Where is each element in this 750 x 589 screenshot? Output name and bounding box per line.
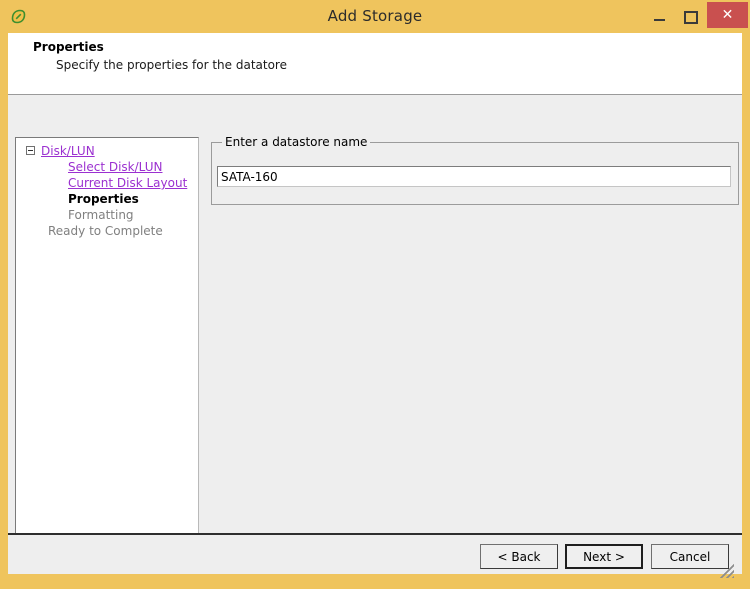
tree-item-formatting: Formatting [16,207,199,223]
close-icon: ✕ [707,2,748,28]
tree-item-label: Ready to Complete [48,223,163,239]
page-subtitle: Specify the properties for the datatore [56,58,287,72]
tree-item-label[interactable]: Select Disk/LUN [68,159,163,175]
add-storage-window: Add Storage ✕ Properties Specify the pro… [0,0,750,589]
tree-item-ready-to-complete: Ready to Complete [16,223,199,239]
tree-item-label: Formatting [68,207,134,223]
wizard-body: Disk/LUN Select Disk/LUN Current Disk La… [8,95,742,533]
tree-item-label[interactable]: Current Disk Layout [68,175,187,191]
collapse-icon[interactable] [26,146,35,155]
datastore-name-input[interactable] [217,166,731,187]
minimize-icon [654,19,665,21]
wizard-header: Properties Specify the properties for th… [8,33,742,94]
content-pane: Enter a datastore name [205,137,735,564]
close-button[interactable]: ✕ [707,2,748,28]
datastore-name-groupbox: Enter a datastore name [211,142,739,205]
maximize-button[interactable] [676,3,704,29]
dialog-footer: < Back Next > Cancel [8,535,742,574]
back-button[interactable]: < Back [480,544,558,569]
minimize-button[interactable] [645,3,673,29]
wizard-step-tree: Disk/LUN Select Disk/LUN Current Disk La… [15,137,199,564]
groupbox-label: Enter a datastore name [222,135,370,149]
cancel-button[interactable]: Cancel [651,544,729,569]
window-title: Add Storage [0,0,750,33]
dialog-client-area: Properties Specify the properties for th… [8,33,742,574]
next-button[interactable]: Next > [565,544,643,569]
tree-item-select-disk-lun[interactable]: Select Disk/LUN [16,159,199,175]
tree-item-label[interactable]: Disk/LUN [41,143,95,159]
page-title: Properties [33,40,104,54]
title-bar[interactable]: Add Storage ✕ [0,0,750,33]
tree-item-disk-lun[interactable]: Disk/LUN [16,143,199,159]
maximize-icon [684,11,698,24]
tree-item-current-disk-layout[interactable]: Current Disk Layout [16,175,199,191]
tree-item-properties[interactable]: Properties [16,191,199,207]
tree-item-label: Properties [68,191,139,207]
